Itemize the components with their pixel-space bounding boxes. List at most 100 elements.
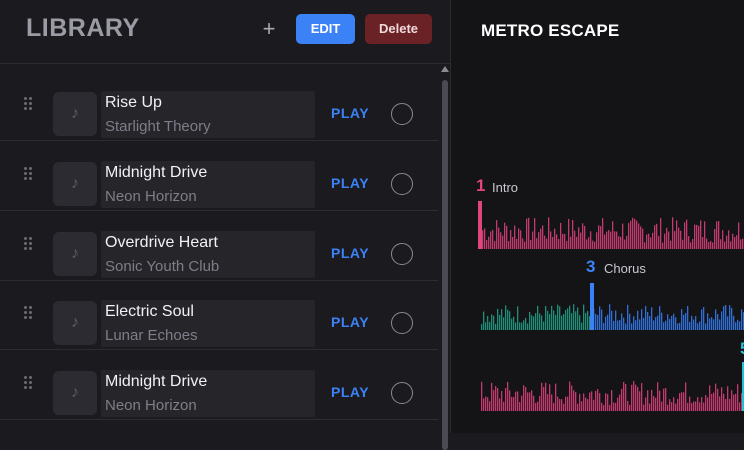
waveform-bar <box>629 313 631 330</box>
waveform-bar <box>491 382 493 411</box>
waveform-bar <box>583 304 585 330</box>
waveform-bar <box>563 314 565 330</box>
song-title[interactable]: Electric Soul <box>101 300 315 324</box>
waveform-bar <box>712 242 714 249</box>
waveform-bar <box>540 228 542 249</box>
waveform-bar <box>710 240 712 249</box>
waveform-bar <box>611 310 613 330</box>
song-artist[interactable]: Starlight Theory <box>101 115 315 138</box>
song-title[interactable]: Midnight Drive <box>101 161 315 185</box>
waveform-bar <box>573 390 575 411</box>
play-button[interactable]: PLAY <box>331 245 369 261</box>
waveform-bar <box>680 230 682 249</box>
waveform-bar <box>534 218 536 249</box>
waveform-bar <box>556 234 558 249</box>
waveform-bar <box>677 323 679 330</box>
waveform-bar <box>647 390 649 411</box>
music-note-icon: ♪ <box>71 175 79 192</box>
section-marker-line[interactable] <box>478 201 482 249</box>
song-artist[interactable]: Neon Horizon <box>101 394 315 417</box>
drag-handle-icon[interactable] <box>24 376 36 392</box>
waveform-bar <box>623 381 625 411</box>
select-checkbox[interactable] <box>391 382 413 404</box>
waveform-bar <box>516 238 518 249</box>
waveform-bar <box>650 237 652 249</box>
waveform-bar <box>742 238 744 249</box>
music-note-icon: ♪ <box>71 245 79 262</box>
library-title: LIBRARY <box>26 14 140 42</box>
waveform-bar <box>715 309 717 330</box>
waveform-bar <box>570 236 572 249</box>
waveform-bar <box>691 315 693 330</box>
list-item[interactable]: ♪ Midnight Drive Neon Horizon PLAY <box>0 350 438 420</box>
drag-handle-icon[interactable] <box>24 306 36 322</box>
song-title[interactable]: Rise Up <box>101 91 315 115</box>
song-thumbnail: ♪ <box>53 92 97 136</box>
scroll-up-icon[interactable] <box>441 66 449 72</box>
scroll-thumb[interactable] <box>442 80 448 450</box>
list-item[interactable]: ♪ Rise Up Starlight Theory PLAY <box>0 71 438 141</box>
song-artist[interactable]: Sonic Youth Club <box>101 255 315 278</box>
delete-button[interactable]: Delete <box>365 14 432 44</box>
waveform[interactable] <box>451 0 744 433</box>
waveform-bar <box>553 402 555 411</box>
waveform-bar <box>557 396 559 411</box>
waveform-outro-row <box>481 362 744 411</box>
list-item[interactable]: ♪ Overdrive Heart Sonic Youth Club PLAY <box>0 211 438 281</box>
library-panel: LIBRARY + EDIT Delete ♪ Rise Up Starligh… <box>0 0 451 450</box>
song-title[interactable]: Midnight Drive <box>101 370 315 394</box>
waveform-bar <box>497 388 499 411</box>
waveform-bar <box>598 225 600 249</box>
song-artist[interactable]: Lunar Echoes <box>101 324 315 347</box>
select-checkbox[interactable] <box>391 173 413 195</box>
section-marker-line[interactable] <box>590 283 594 330</box>
play-button[interactable]: PLAY <box>331 314 369 330</box>
waveform-bar <box>502 235 504 249</box>
waveform-bar <box>612 221 614 249</box>
select-checkbox[interactable] <box>391 312 413 334</box>
waveform-bar <box>503 401 505 411</box>
waveform-bar <box>655 397 657 411</box>
waveform-bar <box>565 396 567 411</box>
waveform-bar <box>705 395 707 411</box>
waveform-bar <box>511 318 513 330</box>
select-checkbox[interactable] <box>391 103 413 125</box>
select-checkbox[interactable] <box>391 243 413 265</box>
waveform-bar <box>515 322 517 330</box>
waveform-bar <box>542 225 544 249</box>
waveform-bar <box>694 224 696 249</box>
play-button[interactable]: PLAY <box>331 175 369 191</box>
edit-button[interactable]: EDIT <box>296 14 355 44</box>
waveform-bar <box>709 385 711 411</box>
list-item[interactable]: ♪ Electric Soul Lunar Echoes PLAY <box>0 280 438 350</box>
song-title[interactable]: Overdrive Heart <box>101 231 315 255</box>
waveform-bar <box>563 403 565 411</box>
waveform-bar <box>647 312 649 330</box>
waveform-bar <box>613 402 615 411</box>
drag-handle-icon[interactable] <box>24 97 36 113</box>
waveform-bar <box>709 318 711 330</box>
waveform-bar <box>497 308 499 330</box>
song-artist[interactable]: Neon Horizon <box>101 185 315 208</box>
waveform-bar <box>725 398 727 411</box>
waveform-bar <box>546 238 548 249</box>
waveform-bar <box>664 233 666 249</box>
waveform-bar <box>482 230 484 249</box>
play-button[interactable]: PLAY <box>331 384 369 400</box>
list-scrollbar[interactable] <box>440 64 450 450</box>
waveform-bar <box>553 310 555 330</box>
waveform-bar <box>538 232 540 249</box>
track-panel: METRO ESCAPE 1 Intro 3 Chorus 5 <box>451 0 744 433</box>
waveform-bar <box>704 221 706 249</box>
add-song-button[interactable]: + <box>258 16 280 42</box>
waveform-bar <box>493 315 495 330</box>
play-button[interactable]: PLAY <box>331 105 369 121</box>
waveform-bar <box>669 399 671 411</box>
drag-handle-icon[interactable] <box>24 237 36 253</box>
waveform-bar <box>687 402 689 411</box>
list-item[interactable]: ♪ Midnight Drive Neon Horizon PLAY <box>0 141 438 211</box>
waveform-bar <box>535 402 537 411</box>
waveform-bar <box>733 394 735 411</box>
drag-handle-icon[interactable] <box>24 167 36 183</box>
waveform-bar <box>695 401 697 411</box>
